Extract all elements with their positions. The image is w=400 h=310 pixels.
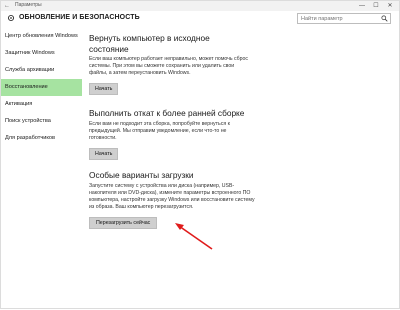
maximize-icon[interactable]: ☐: [369, 1, 383, 11]
search-box[interactable]: [297, 13, 391, 24]
search-input[interactable]: [301, 14, 379, 23]
sidebar: Центр обновления Windows Защитник Window…: [1, 28, 82, 147]
back-arrow-icon[interactable]: ←: [4, 2, 10, 10]
minimize-icon[interactable]: —: [355, 1, 369, 11]
section-title: ОБНОВЛЕНИЕ И БЕЗОПАСНОСТЬ: [19, 14, 140, 21]
reset-heading-line1: Вернуть компьютер в исходное: [89, 33, 210, 43]
rollback-description: Если вам не подходит эта сборка, попробу…: [89, 120, 230, 141]
sidebar-item-windows-defender[interactable]: Защитник Windows: [1, 45, 82, 62]
sidebar-item-backup[interactable]: Служба архивации: [1, 62, 82, 79]
advanced-startup-heading: Особые варианты загрузки: [89, 170, 194, 180]
close-icon[interactable]: ✕: [383, 1, 397, 11]
settings-window: ← Параметры — ☐ ✕ ОБНОВЛЕНИЕ И БЕЗОПАСНО…: [0, 0, 400, 309]
reset-description: Если ваш компьютер работает неправильно,…: [89, 56, 248, 76]
window-controls: — ☐ ✕: [355, 1, 397, 11]
restart-now-button[interactable]: Перезагрузить сейчас: [89, 216, 158, 229]
rollback-start-button[interactable]: Начать: [89, 147, 119, 160]
app-title: Параметры: [15, 2, 42, 8]
sidebar-item-windows-update[interactable]: Центр обновления Windows: [1, 28, 82, 45]
gear-icon: [7, 14, 15, 22]
title-bar: ← Параметры — ☐ ✕: [1, 1, 399, 11]
header: ОБНОВЛЕНИЕ И БЕЗОПАСНОСТЬ: [1, 11, 399, 27]
advanced-startup-section: Особые варианты загрузки Запустите систе…: [89, 170, 259, 229]
reset-heading-line2: состояние: [89, 43, 129, 54]
sidebar-item-find-device[interactable]: Поиск устройства: [1, 113, 82, 130]
rollback-heading: Выполнить откат к более ранней сборке: [89, 108, 245, 118]
reset-section: Вернуть компьютер в исходное состояние Е…: [89, 33, 249, 95]
reset-start-button[interactable]: Начать: [89, 83, 119, 95]
search-icon[interactable]: [381, 15, 388, 22]
rollback-section: Выполнить откат к более ранней сборке Ес…: [89, 108, 254, 160]
sidebar-item-activation[interactable]: Активация: [1, 96, 82, 113]
reset-heading: Вернуть компьютер в исходное состояние: [89, 33, 249, 54]
sidebar-item-recovery[interactable]: Восстановление: [1, 79, 82, 96]
advanced-startup-description: Запустите систему с устройства или диска…: [89, 182, 255, 210]
sidebar-item-developers[interactable]: Для разработчиков: [1, 130, 82, 147]
